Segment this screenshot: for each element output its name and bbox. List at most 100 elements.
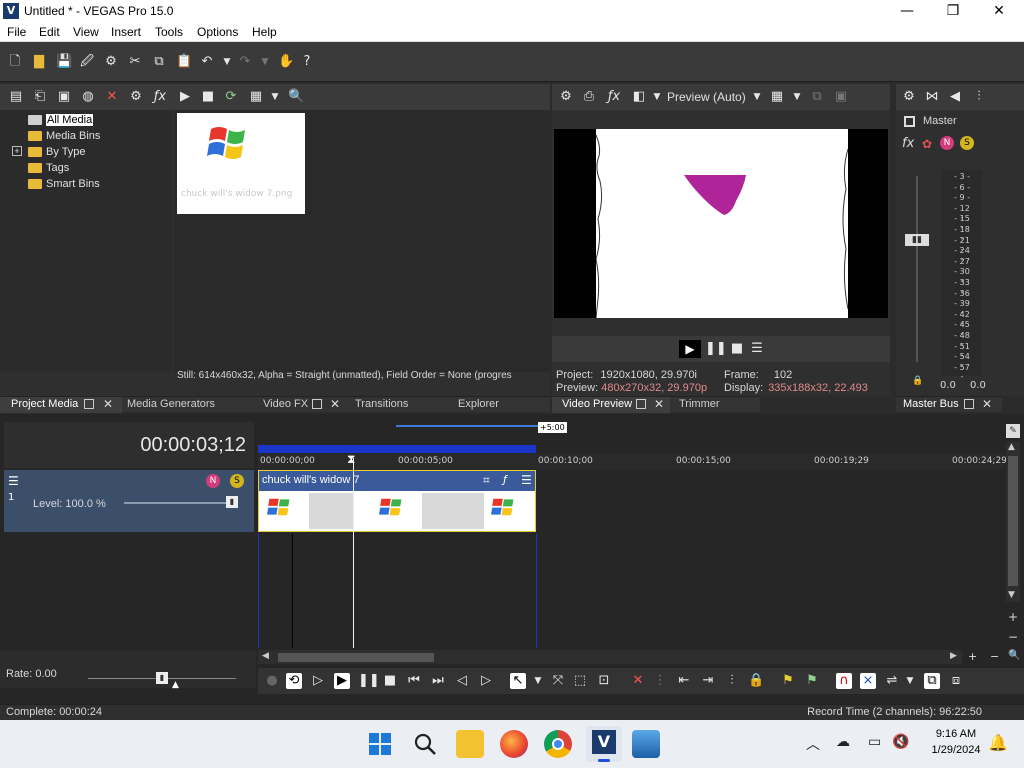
stop-icon[interactable]: ■: [382, 673, 398, 689]
minimize-icon[interactable]: —: [884, 0, 930, 22]
rate-slider-handle[interactable]: ▮: [156, 672, 168, 684]
previous-frame-icon[interactable]: ◁: [454, 673, 470, 689]
playhead-marker-icon[interactable]: ⧗: [347, 452, 355, 467]
lock-envelopes-icon[interactable]: ⧉: [924, 673, 940, 689]
preview-pause-icon[interactable]: ❚❚: [705, 341, 727, 357]
network-icon[interactable]: ▭: [868, 734, 881, 750]
tab-video-fx[interactable]: Video FX: [263, 398, 308, 410]
save-snapshot-icon[interactable]: ▣: [834, 90, 848, 104]
expand-by-type-icon[interactable]: +: [12, 146, 22, 156]
menu-help[interactable]: Help: [252, 25, 277, 39]
edit-tool-dropdown-icon[interactable]: ▼: [530, 673, 546, 689]
insert-region-icon[interactable]: ⚑: [804, 673, 820, 689]
close-tab-icon[interactable]: ✕: [330, 397, 340, 411]
media-get-icon[interactable]: ▣: [57, 90, 71, 104]
tree-item-by-type[interactable]: By Type: [28, 146, 86, 158]
help-pointer-icon[interactable]: ?: [300, 55, 314, 69]
undock-icon[interactable]: [84, 399, 94, 409]
media-search-icon[interactable]: 🔍: [288, 90, 304, 104]
menu-insert[interactable]: Insert: [111, 25, 141, 39]
preview-device-icon[interactable]: ⎙: [582, 90, 596, 104]
media-views-icon[interactable]: ▦: [249, 90, 263, 104]
media-remove-unused-icon[interactable]: ◍: [81, 90, 95, 104]
loop-region-bar[interactable]: [258, 445, 536, 453]
scroll-down-icon[interactable]: ▼: [1008, 590, 1015, 600]
ripple-edit-icon[interactable]: ⇌: [884, 673, 900, 689]
track-solo-icon[interactable]: S: [230, 474, 244, 488]
media-delete-icon[interactable]: ✕: [105, 90, 119, 104]
chrome-icon[interactable]: [544, 730, 572, 758]
master-lock-icon[interactable]: 🔒: [912, 376, 923, 386]
loop-playback-icon[interactable]: ⟲: [286, 673, 302, 689]
media-import-icon[interactable]: ▤: [9, 90, 23, 104]
envelope-tool-icon[interactable]: ⤧: [550, 673, 566, 689]
hscroll-thumb[interactable]: [278, 653, 434, 662]
tab-video-preview[interactable]: Video Preview: [562, 398, 632, 410]
zoom-edit-tool-icon[interactable]: ⊡: [596, 673, 612, 689]
vscroll-thumb[interactable]: [1008, 456, 1018, 586]
media-fx-icon[interactable]: ƒx: [153, 90, 167, 104]
media-properties-icon[interactable]: ⚙: [129, 90, 143, 104]
scroll-up-icon[interactable]: ▲: [1008, 442, 1015, 452]
time-ruler[interactable]: 00:00:00;00 00:00:05;00 00:00:10;00 00:0…: [258, 454, 1007, 470]
menu-file[interactable]: File: [7, 25, 26, 39]
save-as-icon[interactable]: 🖉: [80, 55, 94, 69]
preview-stop-icon[interactable]: ■: [729, 341, 745, 357]
scroll-right-icon[interactable]: ▶: [950, 651, 957, 661]
go-to-start-icon[interactable]: ⏮: [406, 673, 422, 689]
menu-options[interactable]: Options: [197, 25, 238, 39]
notification-bell-icon[interactable]: 🔔: [988, 733, 1008, 752]
zoom-out-icon[interactable]: −: [990, 650, 999, 663]
video-clip[interactable]: chuck will's widow 7 ⌗ ƒ ☰: [258, 470, 536, 532]
file-explorer-icon[interactable]: [456, 730, 484, 758]
record-icon[interactable]: ●: [264, 673, 280, 689]
tab-transitions[interactable]: Transitions: [355, 398, 408, 410]
overlays-dropdown-icon[interactable]: ▼: [790, 90, 804, 104]
master-mute-icon[interactable]: N: [940, 136, 954, 150]
close-icon[interactable]: ✕: [976, 0, 1022, 22]
clip-fx-icon[interactable]: ƒ: [503, 473, 507, 486]
zoom-in-icon[interactable]: +: [968, 650, 977, 663]
menu-tools[interactable]: Tools: [155, 25, 183, 39]
timeline-vscroll[interactable]: ▲ ▼: [1006, 442, 1020, 602]
windows-start-icon[interactable]: [368, 732, 392, 756]
tree-item-smart-bins[interactable]: Smart Bins: [28, 178, 100, 190]
open-folder-icon[interactable]: ▇: [32, 55, 46, 69]
play-icon[interactable]: ▶: [334, 673, 350, 689]
master-fx-icon[interactable]: fx: [902, 136, 914, 151]
taskbar-time[interactable]: 9:16 AM: [928, 728, 984, 740]
mixer-settings-icon[interactable]: ⚙: [902, 90, 916, 104]
cloud-offline-icon[interactable]: ☁: [836, 734, 850, 750]
lock-icon[interactable]: 🔒: [748, 673, 764, 689]
properties-icon[interactable]: ✋: [278, 55, 294, 69]
undock-icon[interactable]: [636, 399, 646, 409]
tree-item-media-bins[interactable]: Media Bins: [28, 130, 100, 142]
overlays-grid-icon[interactable]: ▦: [770, 90, 784, 104]
menu-view[interactable]: View: [73, 25, 99, 39]
undo-dropdown-icon[interactable]: ▼: [220, 55, 234, 69]
split-screen-icon[interactable]: ◧: [632, 90, 646, 104]
vertical-zoom-out-icon[interactable]: −: [1008, 630, 1018, 644]
timeline-hscroll[interactable]: ◀ ▶: [258, 650, 962, 664]
split-dropdown-icon[interactable]: ▼: [650, 90, 664, 104]
undock-icon[interactable]: [312, 399, 322, 409]
tree-item-all-media[interactable]: All Media: [28, 114, 94, 126]
undo-icon[interactable]: ↶: [200, 55, 214, 69]
redo-icon[interactable]: ↷: [238, 55, 252, 69]
tab-trimmer[interactable]: Trimmer: [679, 398, 720, 410]
tab-project-media[interactable]: Project Media: [11, 398, 78, 410]
timeline-notes-icon[interactable]: ✎: [1006, 424, 1020, 438]
mixer-dim-icon[interactable]: ◀: [948, 90, 962, 104]
master-solo-icon[interactable]: S: [960, 136, 974, 150]
trim-icon[interactable]: ⋮: [652, 673, 668, 689]
playhead-line[interactable]: [353, 458, 354, 648]
photos-icon[interactable]: [632, 730, 660, 758]
close-tab-icon[interactable]: ✕: [103, 397, 113, 411]
close-tab-icon[interactable]: ✕: [654, 397, 664, 411]
track-level-handle[interactable]: ▮: [226, 496, 238, 508]
paste-icon[interactable]: 📋: [176, 55, 192, 69]
trim-start-icon[interactable]: ⇤: [676, 673, 692, 689]
track-mute-icon[interactable]: N: [206, 474, 220, 488]
master-fader-handle[interactable]: ▮▮: [905, 234, 929, 246]
tree-item-tags[interactable]: Tags: [28, 162, 69, 174]
